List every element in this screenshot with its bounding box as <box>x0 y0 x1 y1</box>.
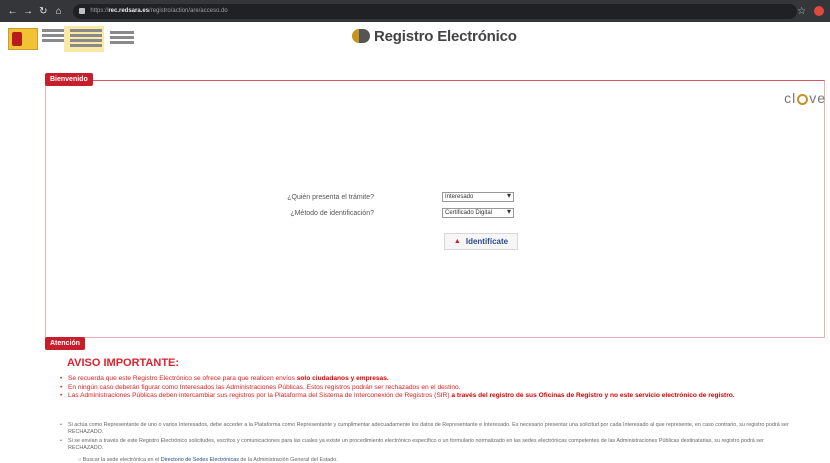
method-select[interactable]: Certificado Digital <box>442 208 514 218</box>
bookmark-star-icon[interactable]: ☆ <box>797 6 806 17</box>
method-row: ¿Método de identificación? Certificado D… <box>232 208 514 218</box>
identify-label: Identifícate <box>465 237 509 246</box>
attention-tab: Atención <box>45 337 85 350</box>
coat-of-arms-icon <box>12 32 22 46</box>
list-item: Las Administraciones Públicas deben inte… <box>60 392 800 400</box>
info-notes-list: Si actúa como Representante de uno o var… <box>60 422 795 454</box>
secretaria-logo-text <box>110 31 134 45</box>
list-item: Si actúa como Representante de uno o var… <box>60 422 795 436</box>
sedes-subitem: ○ Buscar la sede electrónica en el Direc… <box>78 457 338 463</box>
who-select[interactable]: Interesado <box>442 192 514 202</box>
page-title: Registro Electrónico <box>374 27 517 45</box>
important-notes-list: Se recuerda que este Registro Electrónic… <box>60 375 800 401</box>
who-label: ¿Quién presenta el trámite? <box>287 193 374 201</box>
identify-button[interactable]: ▲ Identifícate <box>444 233 518 250</box>
sedes-directory-link[interactable]: Directorio de Sedes Electrónicas <box>161 457 239 463</box>
warning-triangle-icon: ▲ <box>453 238 461 245</box>
welcome-tab: Bienvenido <box>45 73 93 86</box>
who-row: ¿Quién presenta el trámite? Interesado <box>232 192 514 202</box>
forward-icon[interactable]: → <box>21 6 34 17</box>
clave-logo: cl ve <box>784 90 826 106</box>
address-bar[interactable]: https://rec.redsara.es/registro/action/a… <box>73 3 798 19</box>
registro-brand: Registro Electrónico <box>352 27 517 45</box>
lock-icon <box>79 8 86 14</box>
gobierno-espana-logo <box>8 28 38 50</box>
home-icon[interactable]: ⌂ <box>52 6 65 17</box>
list-item: Si se envían a través de este Registro E… <box>60 438 795 452</box>
profile-avatar[interactable] <box>814 6 825 16</box>
method-label: ¿Método de identificación? <box>290 209 374 217</box>
gobierno-logo-text <box>42 29 64 47</box>
ministry-logo-text <box>70 29 102 47</box>
registro-logo-icon <box>352 27 370 45</box>
url-path: /registro/action/are/acceso.do <box>149 8 228 14</box>
reload-icon[interactable]: ↻ <box>37 6 50 17</box>
list-item: Se recuerda que este Registro Electrónic… <box>60 375 800 383</box>
clave-ring-icon <box>797 93 809 105</box>
aviso-title: AVISO IMPORTANTE: <box>67 357 180 369</box>
back-icon[interactable]: ← <box>6 6 19 17</box>
browser-toolbar: ← → ↻ ⌂ https://rec.redsara.es/registro/… <box>0 0 830 22</box>
site-header: Registro Electrónico <box>0 22 830 56</box>
list-item: En ningún caso deberán figurar como Inte… <box>60 384 800 392</box>
url-host: rec.redsara.es <box>108 8 150 14</box>
url-text: https://rec.redsara.es/registro/action/a… <box>90 8 228 14</box>
